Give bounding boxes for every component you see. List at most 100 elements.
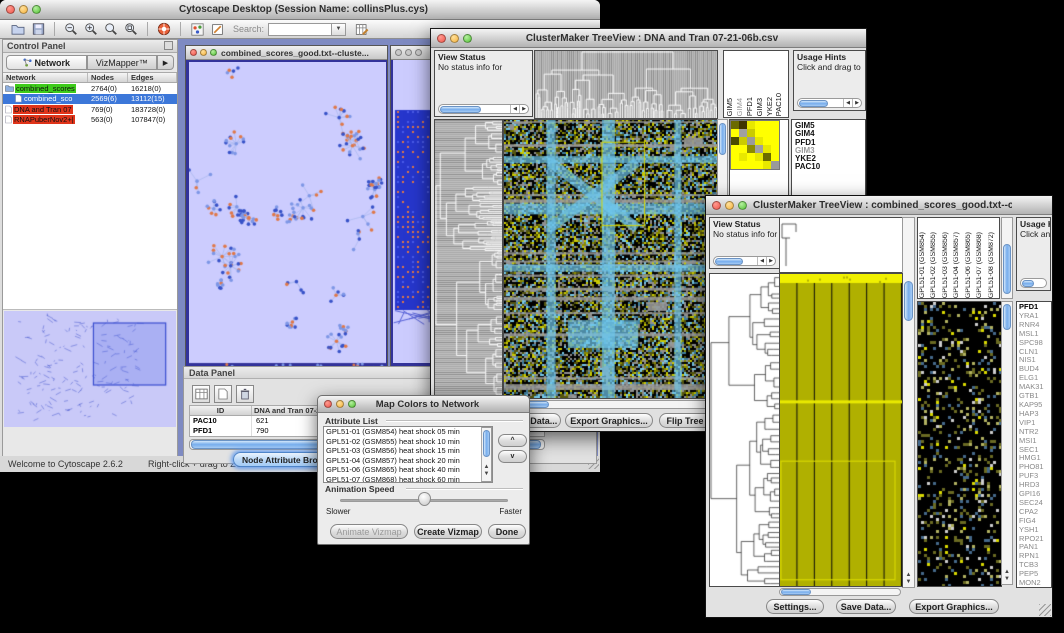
attribute-item[interactable]: GPL51-07 (GSM868) heat shock 60 min — [326, 475, 492, 484]
attribute-browser-icon[interactable] — [352, 21, 372, 37]
heatmap-hscrollbar[interactable] — [503, 400, 716, 409]
close-button[interactable] — [395, 49, 402, 56]
attribute-item[interactable]: GPL51-04 (GSM857) heat shock 20 min — [326, 456, 492, 466]
tab-vizmapper[interactable]: VizMapper™ — [87, 55, 157, 70]
search-dropdown-icon[interactable]: ▼ — [332, 23, 346, 36]
zoom-button[interactable] — [463, 34, 472, 43]
zoom-heatmap[interactable] — [917, 301, 1002, 587]
attribute-item[interactable]: GPL51-02 (GSM855) heat shock 10 min — [326, 437, 492, 447]
network-row-dna-tran[interactable]: DNA and Tran 07 769(0) 183728(0) — [3, 104, 177, 115]
zoom-button[interactable] — [210, 49, 217, 56]
row-dendrogram[interactable] — [709, 273, 781, 587]
tabs-overflow-button[interactable]: ▶ — [157, 55, 174, 70]
main-vscrollbar[interactable]: ▲▼ — [902, 217, 915, 588]
status-hscrollbar[interactable]: ◀▶ — [438, 104, 529, 114]
network-canvas[interactable] — [189, 62, 386, 370]
hints-hscrollbar[interactable]: ◀▶ — [797, 98, 862, 108]
folder-icon — [5, 84, 14, 92]
close-button[interactable] — [6, 5, 15, 14]
hints-hscrollbar[interactable] — [1020, 278, 1047, 288]
minimize-button[interactable] — [200, 49, 207, 56]
zoom-out-icon[interactable] — [61, 21, 81, 37]
attribute-item[interactable]: GPL51-06 (GSM865) heat shock 40 min — [326, 465, 492, 475]
resize-grip[interactable] — [1039, 604, 1051, 616]
treeview1-title-bar[interactable]: ClusterMaker TreeView : DNA and Tran 07-… — [431, 29, 866, 48]
status-hscrollbar[interactable]: ◀▶ — [713, 256, 776, 266]
scroll-arrows-icon[interactable]: ▲▼ — [903, 572, 914, 586]
open-session-button[interactable] — [8, 21, 28, 37]
cytopanel-icon[interactable] — [187, 21, 207, 37]
export-graphics-button[interactable]: Export Graphics... — [565, 413, 653, 428]
column-dendrogram[interactable] — [534, 50, 718, 119]
minimize-button[interactable] — [405, 49, 412, 56]
group-divider — [386, 420, 523, 422]
zoom-button[interactable] — [348, 400, 356, 408]
create-vizmap-button[interactable]: Create Vizmap — [414, 524, 482, 539]
search-input[interactable] — [268, 23, 332, 36]
attribute-list[interactable]: GPL51-01 (GSM854) heat shock 05 minGPL51… — [323, 426, 493, 483]
scroll-arrows-icon[interactable]: ▲▼ — [482, 464, 491, 478]
animate-vizmap-button[interactable]: Animate Vizmap — [330, 524, 408, 539]
tv1-zoom-matrix[interactable] — [730, 120, 780, 170]
tab-network[interactable]: Network — [6, 55, 87, 70]
id-column-header[interactable]: ID — [190, 406, 252, 415]
matrix-cell — [763, 161, 771, 169]
matrix-cell — [731, 161, 739, 169]
minimize-button[interactable] — [725, 201, 734, 210]
zoom-in-icon[interactable] — [81, 21, 101, 37]
zoom-button[interactable] — [32, 5, 41, 14]
treeview2-title-bar[interactable]: ClusterMaker TreeView : combined_scores_… — [706, 196, 1052, 215]
heatmap-hscrollbar[interactable] — [779, 588, 901, 596]
settings-button[interactable]: Settings... — [766, 599, 824, 614]
minimize-button[interactable] — [336, 400, 344, 408]
attribute-item[interactable]: GPL51-01 (GSM854) heat shock 05 min — [326, 427, 492, 437]
zoom-fit-icon[interactable] — [101, 21, 121, 37]
zoom-vscrollbar[interactable]: ▲▼ — [1001, 301, 1013, 585]
speed-slider-thumb[interactable] — [418, 492, 431, 506]
treeview2-title: ClusterMaker TreeView : combined_scores_… — [753, 200, 1012, 211]
delete-attribute-button[interactable] — [236, 385, 254, 403]
save-session-button[interactable] — [28, 21, 48, 37]
network-row-selected[interactable]: combined_sco 2569(6) 13112(15) — [3, 94, 177, 105]
main-heatmap[interactable] — [503, 119, 718, 399]
done-button[interactable]: Done — [488, 524, 526, 539]
birdseye-view[interactable] — [4, 311, 176, 427]
zoom-button[interactable] — [738, 201, 747, 210]
matrix-cell — [755, 145, 763, 153]
minimize-button[interactable] — [450, 34, 459, 43]
close-button[interactable] — [712, 201, 721, 210]
float-panel-icon[interactable] — [164, 41, 173, 50]
network-row-rnapuber[interactable]: RNAPuberNov2+| 563(0) 107847(0) — [3, 115, 177, 126]
close-button[interactable] — [437, 34, 446, 43]
export-graphics-button[interactable]: Export Graphics... — [909, 599, 999, 614]
matrix-cell — [755, 153, 763, 161]
minimize-button[interactable] — [19, 5, 28, 14]
close-button[interactable] — [324, 400, 332, 408]
main-title-bar[interactable]: Cytoscape Desktop (Session Name: collins… — [0, 0, 600, 20]
annotation-icon[interactable] — [207, 21, 227, 37]
usage-hints-panel: Usage Hints Click and drag to ◀▶ — [793, 50, 866, 111]
matrix-cell — [747, 153, 755, 161]
scroll-arrows-icon[interactable]: ▲▼ — [1002, 569, 1012, 583]
new-attribute-button[interactable] — [214, 385, 232, 403]
map-colors-dialog: Map Colors to Network Attribute List GPL… — [317, 395, 530, 545]
labels-vscrollbar[interactable] — [1001, 217, 1013, 299]
move-up-button[interactable]: ^ — [498, 434, 527, 447]
main-heatmap[interactable] — [779, 273, 903, 587]
row-dendrogram[interactable] — [434, 119, 503, 399]
zoom-selected-icon[interactable] — [121, 21, 141, 37]
help-lifering-icon[interactable] — [154, 21, 174, 37]
column-dendrogram[interactable] — [779, 217, 903, 273]
move-down-button[interactable]: v — [498, 450, 527, 463]
window-controls[interactable] — [6, 5, 41, 14]
attribute-item[interactable]: GPL51-03 (GSM856) heat shock 15 min — [326, 446, 492, 456]
dialog-title-bar[interactable]: Map Colors to Network — [318, 396, 529, 413]
save-data-button[interactable]: Save Data... — [836, 599, 896, 614]
zoom-button[interactable] — [415, 49, 422, 56]
matrix-cell — [763, 137, 771, 145]
close-button[interactable] — [190, 49, 197, 56]
network-view-window[interactable]: combined_scores_good.txt--cluste... — [185, 45, 388, 372]
select-attributes-button[interactable] — [192, 385, 210, 403]
attribute-list-vscrollbar[interactable]: ▲▼ — [481, 427, 492, 482]
network-row-combined-scores[interactable]: combined_scores 2764(0) 16218(0) — [3, 83, 177, 94]
